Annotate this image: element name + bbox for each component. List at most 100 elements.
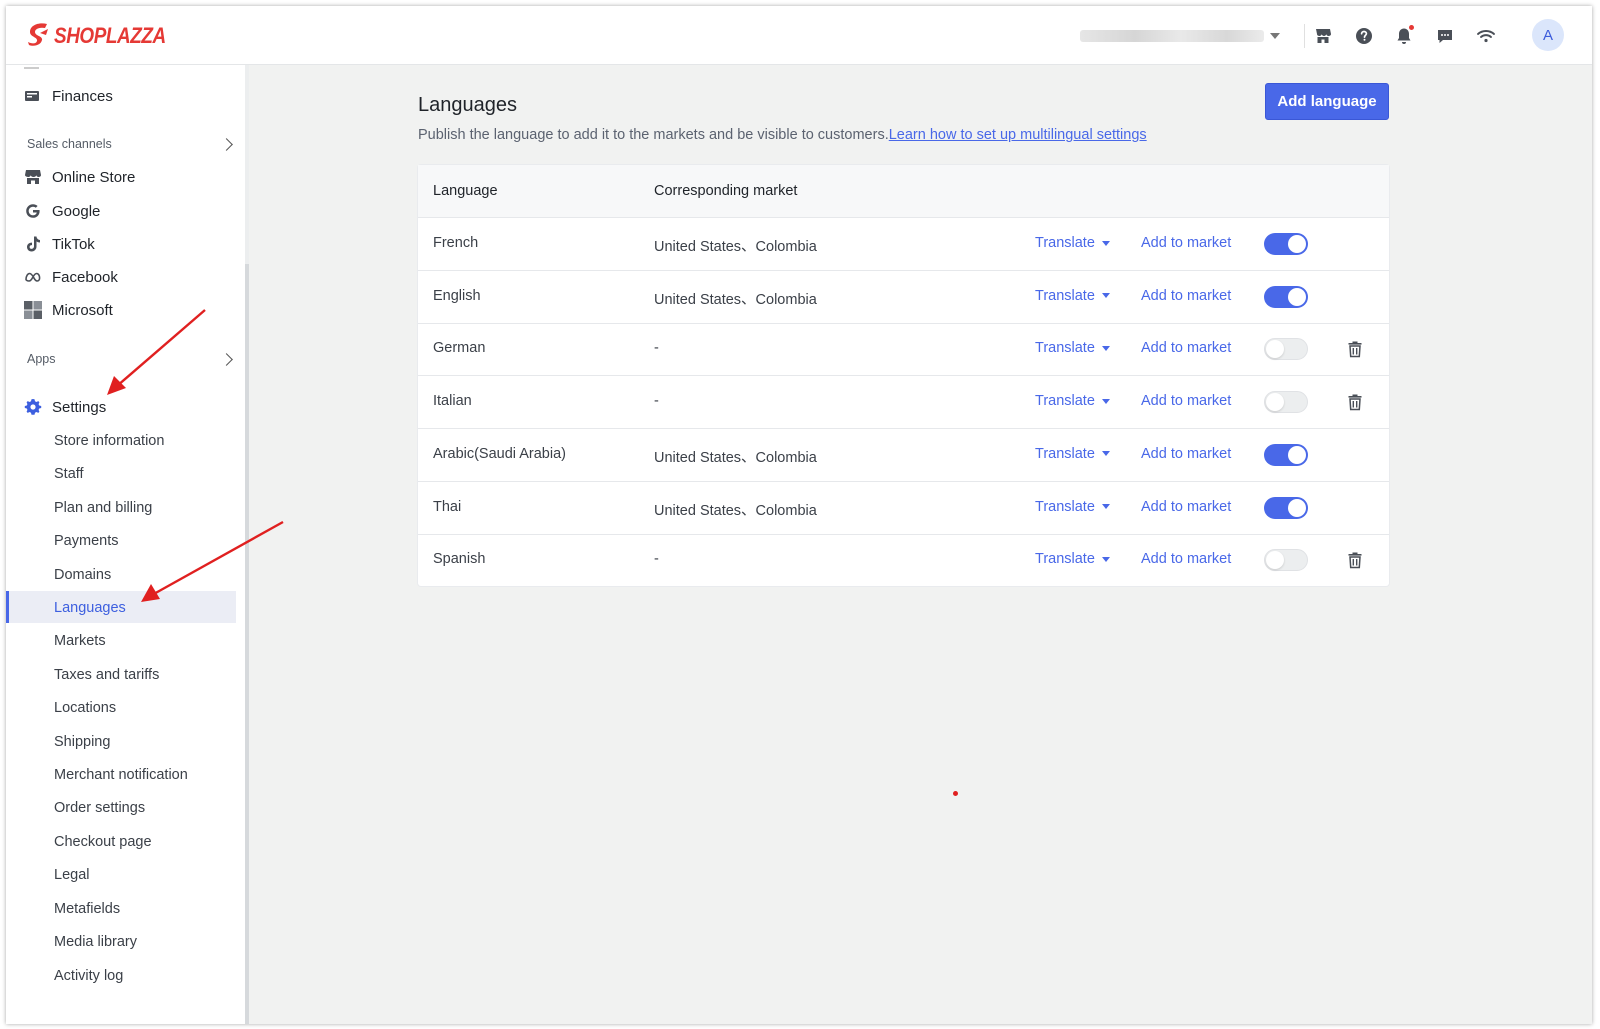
table-row: English United States、Colombia Translate Ad… (418, 271, 1389, 324)
language-name: Arabic(Saudi Arabia) (433, 445, 566, 462)
sidebar-item-online-store[interactable]: Online Store (24, 166, 135, 188)
table-row: German - Translate Add to market (418, 323, 1389, 377)
toggle-knob (1288, 498, 1306, 517)
avatar[interactable]: A (1532, 19, 1564, 51)
sidebar-item-staff[interactable]: Staff (54, 463, 84, 485)
sidebar-item-order-settings[interactable]: Order settings (54, 797, 145, 819)
chevron-right-icon (220, 352, 233, 366)
language-name: Thai (433, 498, 462, 515)
sidebar-item-taxes-and-tariffs[interactable]: Taxes and tariffs (54, 664, 159, 686)
sidebar-item-label: TikTok (52, 235, 95, 253)
chevron-right-icon (220, 137, 233, 151)
trash-icon[interactable] (1347, 393, 1363, 411)
sidebar-item-store-information[interactable]: Store information (54, 430, 164, 452)
table-row: Italian - Translate Add to market (418, 376, 1389, 430)
table-row: Arabic(Saudi Arabia) United States、Colomb… (418, 429, 1389, 482)
add-to-market-link[interactable]: Add to market (1141, 340, 1231, 356)
sidebar-item-label: Online Store (52, 168, 136, 186)
sidebar-item-activity-log[interactable]: Activity log (54, 965, 123, 987)
publish-toggle[interactable] (1264, 496, 1308, 519)
sidebar-item-markets[interactable]: Markets (54, 630, 106, 652)
translate-dropdown[interactable]: Translate (1035, 393, 1110, 409)
toggle-knob (1288, 235, 1306, 253)
translate-label: Translate (1035, 445, 1095, 462)
sidebar-item-label: Settings (52, 398, 107, 416)
sidebar-item-tiktok[interactable]: TikTok (24, 233, 95, 255)
store-icon[interactable] (1312, 25, 1334, 47)
toggle-knob (1266, 551, 1284, 570)
meta-icon (24, 268, 42, 286)
google-icon (24, 202, 42, 220)
translate-dropdown[interactable]: Translate (1035, 288, 1110, 304)
toggle-knob (1266, 340, 1284, 359)
sidebar-item-media-library[interactable]: Media library (54, 931, 137, 953)
top-bar: SHOPLAZZA A (6, 6, 1592, 65)
publish-toggle[interactable] (1264, 285, 1308, 308)
sidebar-item-plan-and-billing[interactable]: Plan and billing (54, 497, 152, 519)
publish-toggle[interactable] (1264, 233, 1308, 255)
wifi-icon[interactable] (1475, 25, 1497, 47)
publish-toggle[interactable] (1264, 443, 1308, 466)
table-row: Thai United States、Colombia Translate Add t… (418, 482, 1389, 535)
sidebar-item-legal[interactable]: Legal (54, 864, 89, 886)
page-subtitle: Publish the language to add it to the ma… (418, 127, 1147, 143)
add-language-button[interactable]: Add language (1265, 83, 1389, 120)
bell-icon[interactable] (1393, 25, 1415, 47)
sidebar-item-shipping[interactable]: Shipping (54, 731, 110, 753)
caret-down-icon (1101, 345, 1110, 351)
toggle-knob (1288, 287, 1306, 306)
sidebar-item-payments[interactable]: Payments (54, 530, 118, 552)
sidebar-item-finances[interactable]: Finances (24, 85, 113, 107)
add-to-market-link[interactable]: Add to market (1141, 499, 1231, 515)
caret-down-icon (1101, 240, 1110, 246)
caret-down-icon (1101, 398, 1110, 404)
table-row: French United States、Colombia Translate Add… (418, 218, 1389, 271)
translate-dropdown[interactable]: Translate (1035, 499, 1110, 515)
help-icon[interactable] (1353, 25, 1375, 47)
sidebar-scrollbar-thumb[interactable] (245, 264, 249, 1024)
help-link[interactable]: Learn how to set up multilingual setting… (889, 127, 1147, 143)
publish-toggle[interactable] (1264, 391, 1308, 414)
page-title: Languages (418, 94, 517, 116)
brand-name: SHOPLAZZA (54, 23, 166, 48)
add-to-market-link[interactable]: Add to market (1141, 446, 1231, 462)
sidebar-item-domains[interactable]: Domains (54, 564, 111, 586)
add-to-market-link[interactable]: Add to market (1141, 393, 1231, 409)
chat-icon[interactable] (1434, 25, 1456, 47)
publish-toggle[interactable] (1264, 549, 1308, 572)
active-item-indicator (6, 591, 9, 623)
column-header-market: Corresponding market (654, 183, 798, 199)
notification-dot (1409, 25, 1414, 30)
translate-dropdown[interactable]: Translate (1035, 551, 1110, 567)
sidebar-item-languages[interactable]: Languages (54, 597, 126, 619)
caret-down-icon (1101, 451, 1110, 457)
trash-icon[interactable] (1347, 551, 1363, 569)
sidebar-item-facebook[interactable]: Facebook (24, 266, 118, 288)
translate-dropdown[interactable]: Translate (1035, 340, 1110, 356)
translate-dropdown[interactable]: Translate (1035, 446, 1110, 462)
sidebar-item-microsoft[interactable]: Microsoft (24, 299, 113, 321)
tiktok-icon (24, 235, 42, 253)
translate-label: Translate (1035, 340, 1095, 357)
table-header: Language Corresponding market (418, 165, 1389, 218)
store-selector[interactable] (1080, 28, 1280, 44)
shoplazza-logo[interactable]: SHOPLAZZA (26, 22, 184, 50)
sidebar-item-merchant-notification[interactable]: Merchant notification (54, 764, 188, 786)
sidebar-item-checkout-page[interactable]: Checkout page (54, 831, 152, 853)
translate-label: Translate (1035, 393, 1095, 410)
apps-section[interactable]: Apps (27, 349, 237, 369)
add-to-market-link[interactable]: Add to market (1141, 551, 1231, 567)
sales-channels-section[interactable]: Sales channels (27, 134, 237, 154)
sidebar-item-google[interactable]: Google (24, 200, 100, 222)
publish-toggle[interactable] (1264, 338, 1308, 361)
sidebar-item-settings[interactable]: Settings (24, 396, 106, 418)
translate-dropdown[interactable]: Translate (1035, 235, 1110, 251)
trash-icon[interactable] (1347, 340, 1363, 358)
sidebar-item-locations[interactable]: Locations (54, 697, 116, 719)
translate-label: Translate (1035, 235, 1095, 251)
add-to-market-link[interactable]: Add to market (1141, 235, 1231, 251)
add-to-market-link[interactable]: Add to market (1141, 288, 1231, 304)
annotation-dot (953, 791, 958, 796)
translate-label: Translate (1035, 498, 1095, 515)
sidebar-item-metafields[interactable]: Metafields (54, 898, 120, 920)
